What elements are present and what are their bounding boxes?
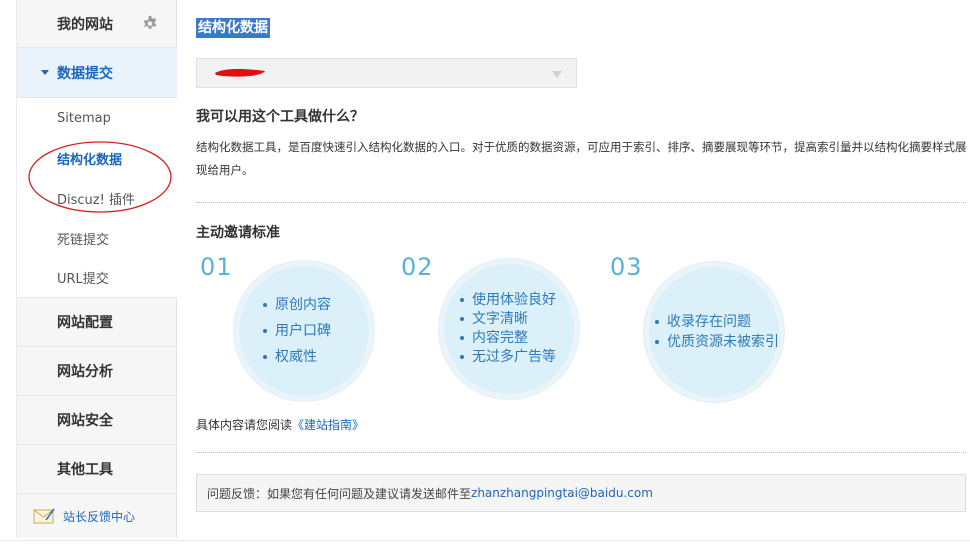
caret-down-icon (41, 70, 49, 75)
sidebar-section-label: 数据提交 (57, 65, 113, 82)
tool-description: 结构化数据工具，是百度快速引入结构化数据的入口。对于优质的数据资源，可应用于索引… (196, 140, 967, 177)
guide-reference: 具体内容请您阅读《建站指南》 (196, 416, 364, 433)
footer-divider (0, 540, 970, 541)
sidebar-item-label: URL提交 (57, 272, 109, 287)
sidebar-item-structured-data[interactable]: 结构化数据 (17, 138, 177, 178)
sidebar-item-url-submit[interactable]: URL提交 (17, 258, 177, 298)
criteria-item: 优质资源未被索引 (655, 332, 779, 352)
sidebar-group-label: 网站安全 (57, 413, 113, 429)
sidebar-item-sitemap[interactable]: Sitemap (17, 98, 177, 138)
sidebar-item-dead-link[interactable]: 死链提交 (17, 218, 177, 258)
sidebar-section-data-submit[interactable]: 数据提交 (17, 48, 177, 98)
criteria-item: 使用体验良好 (460, 291, 574, 310)
sidebar-group-other-tools[interactable]: 其他工具 (17, 445, 177, 494)
sidebar-item-label: Discuz! 插件 (57, 192, 135, 208)
sidebar-group-site-security[interactable]: 网站安全 (17, 396, 177, 445)
site-guide-link[interactable]: 《建站指南》 (292, 418, 364, 432)
criteria-number: 02 (401, 253, 434, 281)
criteria-item: 收录存在问题 (655, 312, 779, 332)
sidebar-feedback-center-link[interactable]: 站长反馈中心 (17, 494, 177, 538)
divider (196, 452, 966, 453)
site-select[interactable] (196, 58, 577, 88)
sidebar-feedback-label: 站长反馈中心 (63, 509, 136, 524)
feedback-email-link[interactable]: zhanzhangpingtai@baidu.com (471, 486, 653, 500)
sidebar-group-label: 网站配置 (57, 315, 113, 331)
mail-icon (33, 508, 55, 524)
section-heading-invite-standard: 主动邀请标准 (196, 225, 280, 241)
criteria-item: 用户口碑 (263, 320, 369, 342)
criteria-circle-2: 使用体验良好 文字清晰 内容完整 无过多广告等 (439, 259, 579, 399)
sidebar-item-label: 死链提交 (57, 232, 110, 248)
criteria-item: 无过多广告等 (460, 348, 574, 367)
chevron-down-icon[interactable] (552, 71, 562, 78)
sidebar-item-discuz-plugin[interactable]: Discuz! 插件 (17, 178, 177, 218)
feedback-notice: 问题反馈：如果您有任何问题及建议请发送邮件至 zhanzhangpingtai@b… (196, 474, 966, 512)
sidebar-item-label: Sitemap (57, 110, 111, 126)
criteria-circle-3: 收录存在问题 优质资源未被索引 (644, 262, 784, 402)
sidebar-header-label: 我的网站 (57, 16, 113, 33)
feedback-prefix: 问题反馈：如果您有任何问题及建议请发送邮件至 (207, 486, 472, 501)
guide-prefix: 具体内容请您阅读 (196, 418, 293, 432)
sidebar-header-my-site[interactable]: 我的网站 (17, 0, 177, 48)
criteria-number: 01 (200, 253, 233, 281)
sidebar-group-label: 网站分析 (57, 364, 113, 380)
sidebar: 我的网站 数据提交 Sitemap 结构化数据 Discuz! 插件 死链提交 … (16, 0, 177, 538)
sidebar-group-label: 其他工具 (57, 462, 113, 478)
divider (196, 202, 966, 203)
criteria-circle-1: 原创内容 用户口碑 权威性 (234, 261, 374, 401)
sidebar-item-label: 结构化数据 (57, 152, 123, 168)
criteria-item: 权威性 (263, 346, 369, 368)
criteria-item: 文字清晰 (460, 310, 574, 329)
page-title: 结构化数据 (196, 18, 270, 38)
criteria-item: 内容完整 (460, 329, 574, 348)
criteria-item: 原创内容 (263, 294, 369, 316)
section-heading-what-can-do: 我可以用这个工具做什么？ (196, 109, 364, 125)
criteria-number: 03 (610, 253, 643, 281)
sidebar-group-site-analysis[interactable]: 网站分析 (17, 347, 177, 396)
sidebar-group-site-config[interactable]: 网站配置 (17, 298, 177, 347)
gear-icon[interactable] (141, 15, 159, 33)
redaction-scribble (215, 68, 265, 77)
